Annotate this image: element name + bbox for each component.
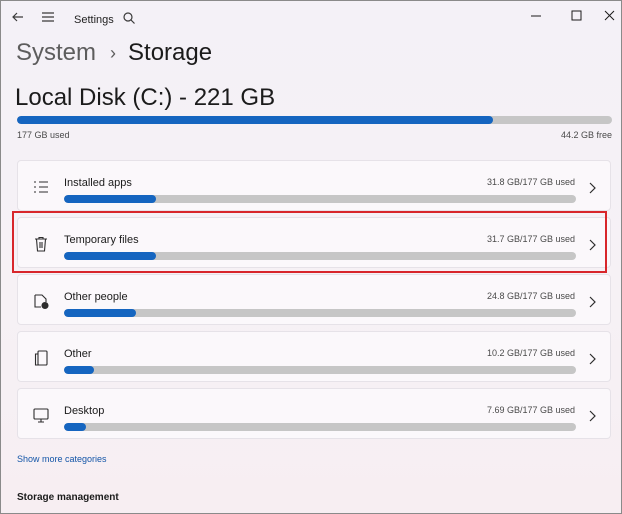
disk-free-label: 44.2 GB free (560, 130, 612, 140)
category-other[interactable]: Other 10.2 GB/177 GB used (17, 331, 611, 382)
category-usage: 7.69 GB/177 GB used (486, 405, 575, 415)
disk-used-label: 177 GB used (17, 130, 70, 140)
category-label: Installed apps (64, 177, 132, 189)
disk-usage-fill (17, 116, 493, 124)
category-temporary-files[interactable]: Temporary files 31.7 GB/177 GB used (17, 217, 611, 268)
category-usage-fill (64, 252, 156, 260)
category-usage-bar (64, 252, 576, 260)
breadcrumb-separator: › (110, 42, 117, 63)
category-label: Other (64, 348, 92, 360)
category-desktop[interactable]: Desktop 7.69 GB/177 GB used (17, 388, 611, 439)
chevron-right-icon (588, 409, 597, 422)
chevron-right-icon (588, 295, 597, 308)
category-usage-fill (64, 309, 136, 317)
chevron-right-icon (588, 238, 597, 251)
minimize-button[interactable] (524, 6, 548, 26)
category-usage: 31.8 GB/177 GB used (486, 177, 575, 187)
apps-list-icon (32, 178, 50, 196)
disk-usage-bar (17, 116, 612, 124)
category-other-people[interactable]: Other people 24.8 GB/177 GB used (17, 274, 611, 325)
category-label: Temporary files (64, 234, 139, 246)
search-icon[interactable] (122, 11, 136, 25)
category-usage-fill (64, 423, 87, 431)
category-usage-bar (64, 366, 576, 374)
other-file-icon (32, 349, 50, 367)
category-usage-bar (64, 423, 576, 431)
category-usage-bar (64, 195, 576, 203)
maximize-button[interactable] (564, 6, 588, 26)
back-arrow-icon[interactable] (9, 8, 27, 26)
hamburger-menu-icon[interactable] (39, 8, 57, 26)
category-usage-bar (64, 309, 576, 317)
category-usage-fill (64, 195, 157, 203)
chevron-right-icon (588, 181, 597, 194)
category-usage: 10.2 GB/177 GB used (486, 348, 575, 358)
chevron-right-icon (588, 352, 597, 365)
show-more-categories-link[interactable]: Show more categories (17, 454, 107, 464)
window-title: Settings (74, 14, 114, 26)
category-usage-fill (64, 366, 94, 374)
desktop-icon (32, 406, 50, 424)
category-usage: 31.7 GB/177 GB used (486, 234, 575, 244)
category-label: Other people (64, 291, 128, 303)
disk-title: Local Disk (C:) - 221 GB (15, 84, 276, 111)
other-people-icon (32, 292, 50, 310)
trash-icon (32, 235, 50, 253)
breadcrumb-system[interactable]: System (16, 39, 96, 67)
category-label: Desktop (64, 405, 105, 417)
page-title: Storage (128, 39, 213, 66)
close-button[interactable] (600, 6, 622, 26)
category-installed-apps[interactable]: Installed apps 31.8 GB/177 GB used (17, 160, 611, 211)
category-usage: 24.8 GB/177 GB used (486, 291, 575, 301)
breadcrumb: System › Storage (16, 38, 212, 68)
title-bar: Settings (0, 0, 622, 36)
storage-management-heading: Storage management (17, 492, 119, 503)
